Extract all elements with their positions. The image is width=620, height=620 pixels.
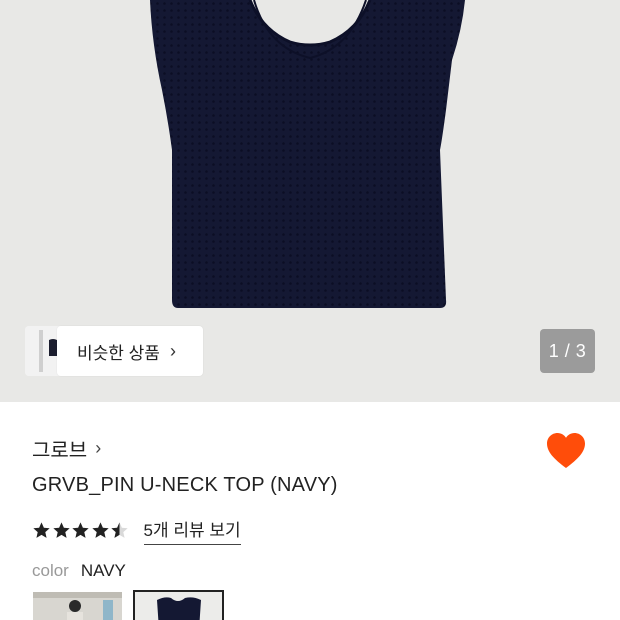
star-full-icon bbox=[91, 522, 109, 538]
star-full-icon bbox=[52, 522, 70, 538]
product-title: GRVB_PIN U-NECK TOP (NAVY) bbox=[32, 474, 338, 496]
color-value: NAVY bbox=[80, 561, 126, 580]
color-option-navy-selected[interactable] bbox=[133, 590, 224, 620]
brand-link[interactable]: 그로브 › bbox=[32, 434, 101, 463]
chevron-right-icon: › bbox=[95, 438, 102, 458]
color-option-thumbnail[interactable] bbox=[33, 592, 122, 620]
product-image-gallery[interactable]: 비슷한 상품 › 1 / 3 bbox=[0, 0, 620, 402]
similar-products-label: 비슷한 상품 bbox=[77, 343, 160, 363]
star-full-icon bbox=[72, 522, 89, 538]
heart-icon[interactable] bbox=[546, 432, 586, 470]
chevron-right-icon: › bbox=[169, 340, 176, 361]
navy-top-thumbnail bbox=[135, 592, 222, 620]
star-rating bbox=[32, 521, 130, 540]
color-row: color NAVY bbox=[32, 561, 126, 581]
color-label: color bbox=[32, 561, 69, 580]
star-half-icon bbox=[111, 522, 128, 538]
model-photo-image bbox=[33, 592, 122, 620]
similar-products-button[interactable]: 비슷한 상품 › bbox=[57, 326, 203, 376]
image-pager: 1 / 3 bbox=[540, 329, 595, 373]
star-full-icon bbox=[33, 522, 50, 538]
brand-name: 그로브 bbox=[32, 440, 88, 462]
view-reviews-link[interactable]: 5개 리뷰 보기 bbox=[143, 516, 241, 545]
rating-row: 5개 리뷰 보기 bbox=[32, 516, 241, 545]
